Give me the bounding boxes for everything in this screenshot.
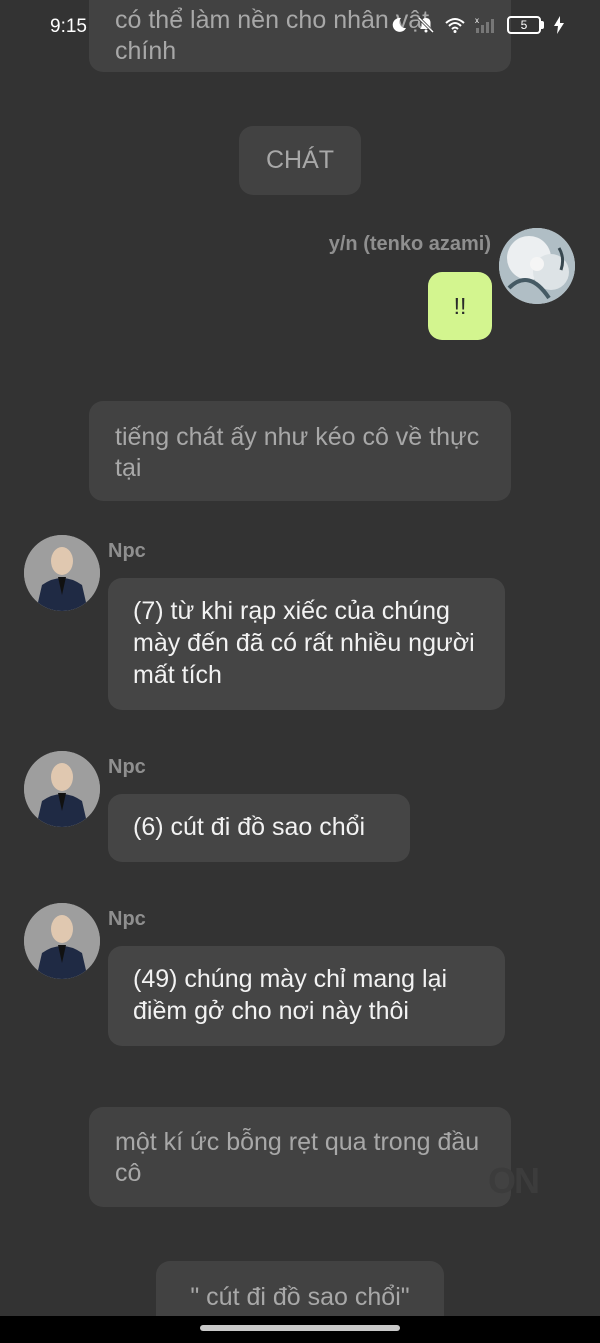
charging-icon — [554, 16, 564, 34]
npc-message-text: (6) cút đi đồ sao chổi — [133, 813, 366, 841]
battery-icon: 5 — [507, 16, 544, 34]
npc-avatar[interactable] — [24, 535, 100, 611]
npc-sender-name: Npc — [108, 908, 146, 930]
sound-effect-bubble: CHÁT — [239, 126, 361, 195]
narration-text: một kí ức bỗng rẹt qua trong đầu cô — [115, 1128, 480, 1187]
home-gesture-handle[interactable] — [200, 1325, 400, 1331]
status-bar: 9:15 x 5 — [0, 0, 600, 56]
navigation-bar — [0, 1316, 600, 1343]
watermark-logo: ON — [488, 1160, 540, 1201]
status-icons: x 5 — [391, 16, 564, 34]
npc-avatar[interactable] — [24, 903, 100, 979]
npc-sender-name: Npc — [108, 756, 146, 778]
npc-sender-name: Npc — [108, 540, 146, 562]
narration-text: tiếng chát ấy như kéo cô về thực tại — [115, 423, 480, 482]
npc-message-bubble[interactable]: (49) chúng mày chỉ mang lại điềm gở cho … — [108, 946, 505, 1046]
npc-message-text: (49) chúng mày chỉ mang lại điềm gở cho … — [133, 965, 448, 1025]
signal-icon: x — [475, 17, 494, 33]
status-time: 9:15 — [50, 16, 87, 37]
npc-message-text: (7) từ khi rạp xiếc của chúng mày đến đã… — [133, 597, 475, 689]
user-message-bubble[interactable]: !! — [428, 272, 492, 340]
moon-icon — [392, 17, 406, 32]
svg-text:x: x — [475, 17, 479, 25]
user-message-text: !! — [453, 292, 467, 319]
npc-avatar[interactable] — [24, 751, 100, 827]
sound-effect-text: CHÁT — [265, 146, 335, 174]
narration-bubble-2: một kí ức bỗng rẹt qua trong đầu cô — [89, 1107, 511, 1207]
npc-message-bubble[interactable]: (6) cút đi đồ sao chổi — [108, 794, 410, 862]
wifi-icon — [445, 18, 465, 33]
narration-bubble-1: tiếng chát ấy như kéo cô về thực tại — [89, 401, 511, 501]
bell-muted-icon — [417, 16, 435, 34]
user-sender-name: y/n (tenko azami) — [328, 233, 491, 255]
user-avatar[interactable] — [499, 228, 575, 304]
battery-level: 5 — [507, 16, 541, 34]
quote-text: " cút đi đồ sao chổi" — [190, 1283, 410, 1311]
npc-message-bubble[interactable]: (7) từ khi rạp xiếc của chúng mày đến đã… — [108, 578, 505, 710]
